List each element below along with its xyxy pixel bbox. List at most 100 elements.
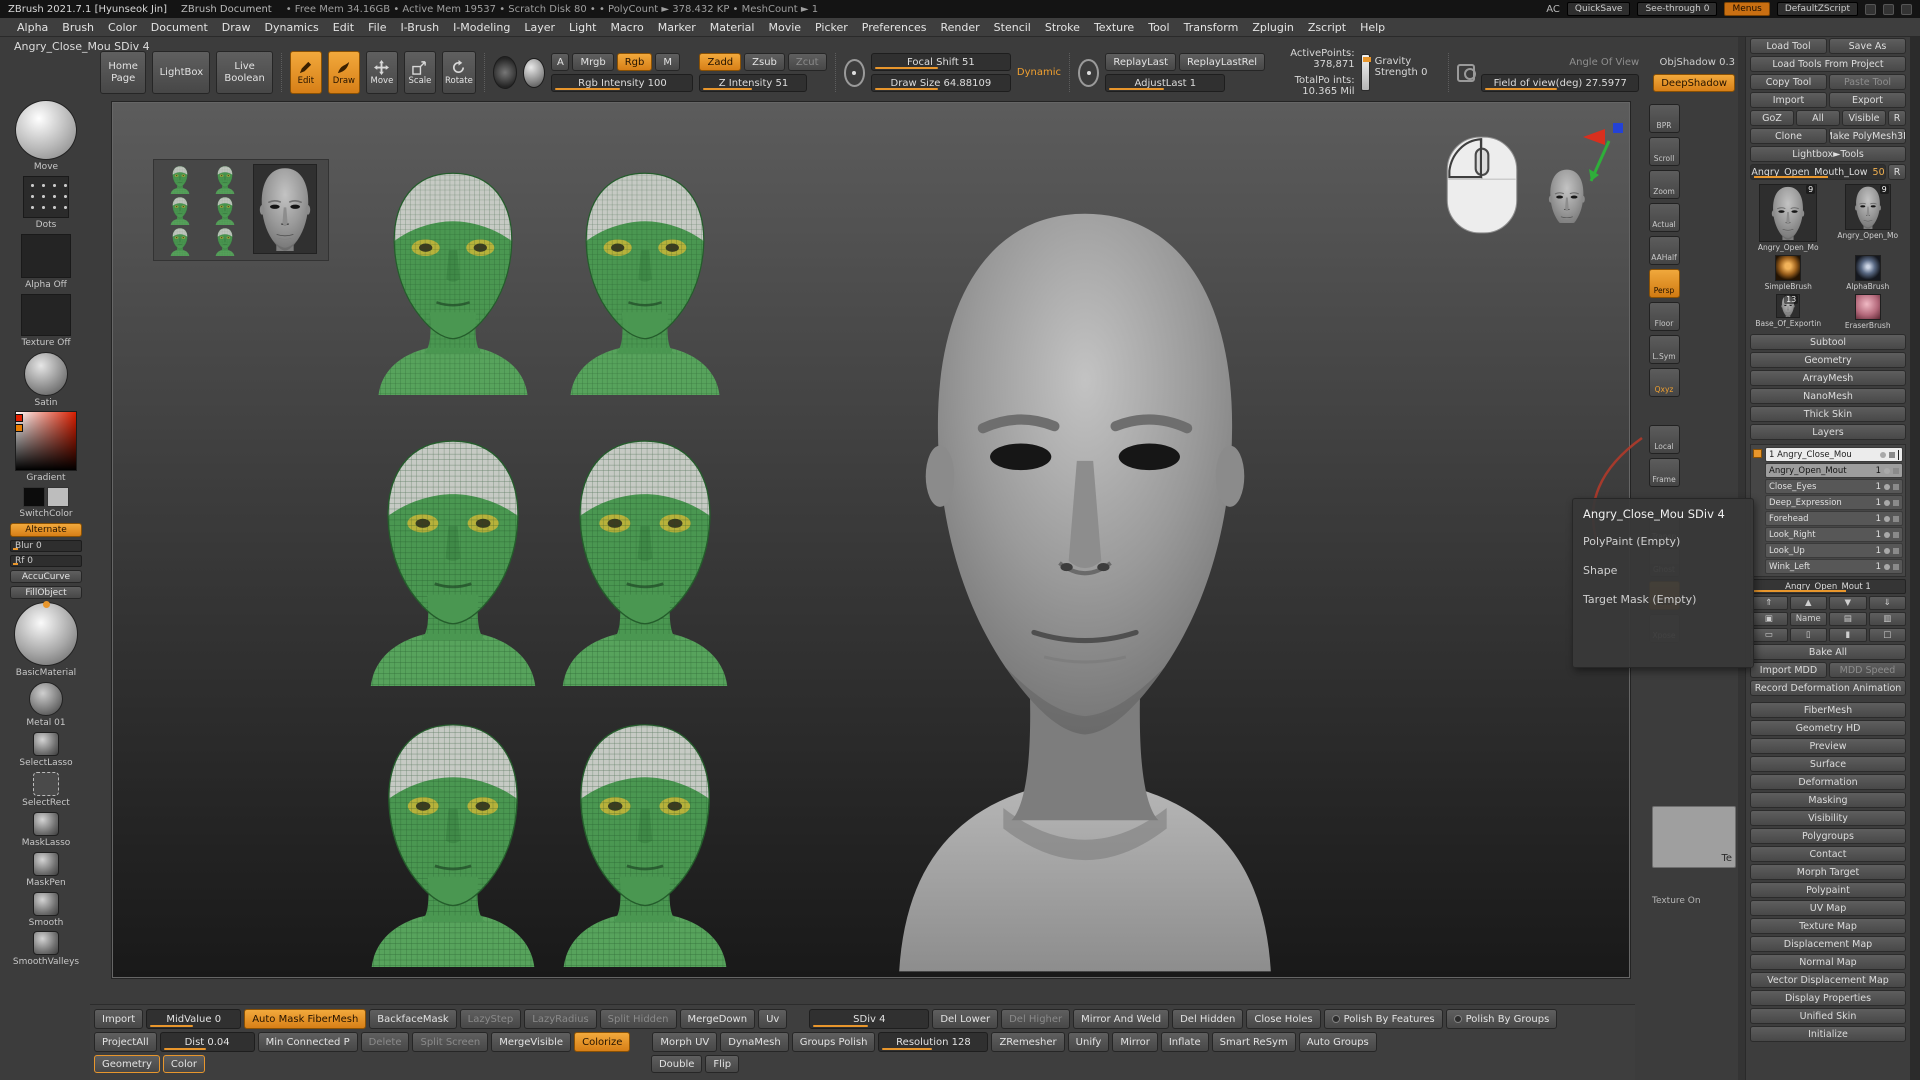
see-through-slider[interactable]: See-through 0	[1637, 2, 1717, 16]
tool-section-button[interactable]: Visibility	[1750, 810, 1906, 826]
zsub-button[interactable]: Zsub	[744, 53, 785, 71]
menu-item[interactable]: Color	[101, 20, 144, 35]
dynamic-mode-label[interactable]: Dynamic	[1017, 67, 1061, 78]
right-shelf-button[interactable]: Actual	[1649, 203, 1680, 232]
right-shelf-button[interactable]: Zoom	[1649, 170, 1680, 199]
layer-eye-icon[interactable]	[1884, 548, 1890, 554]
bake-all-button[interactable]: Bake All	[1750, 644, 1906, 660]
document-canvas[interactable]	[112, 102, 1630, 978]
menu-item[interactable]: Zscript	[1301, 20, 1353, 35]
ui-layout-icon[interactable]	[1865, 4, 1876, 15]
mesh-thumbnail[interactable]: 9	[1845, 184, 1891, 230]
tool-section-button[interactable]: Initialize	[1750, 1026, 1906, 1042]
stroke-type-picker[interactable]	[15, 100, 77, 160]
bottom-shelf-button[interactable]: ProjectAll	[94, 1032, 157, 1052]
tool-section-button[interactable]: Vector Displacement Map	[1750, 972, 1906, 988]
bottom-shelf-button[interactable]: SDiv 4	[809, 1009, 929, 1029]
rgb-button[interactable]: Rgb	[617, 53, 653, 71]
lightbox-tools-button[interactable]: Lightbox►Tools	[1750, 146, 1906, 162]
bottom-shelf-button[interactable]: Uv	[758, 1009, 787, 1029]
bottom-shelf-button[interactable]: Split Screen	[412, 1032, 488, 1052]
base-mesh-thumbnail[interactable]: 13	[1776, 294, 1800, 318]
load-tools-from-project-button[interactable]: Load Tools From Project	[1750, 56, 1906, 72]
home-page-button[interactable]: Home Page	[100, 51, 146, 94]
layer-mode-icon[interactable]	[1893, 532, 1899, 538]
select-lasso-brush[interactable]	[33, 732, 59, 756]
popup-menu-item[interactable]: PolyPaint (Empty)	[1583, 535, 1743, 548]
secondary-color-swatch[interactable]	[15, 424, 23, 432]
smooth-valleys-brush[interactable]	[33, 931, 59, 955]
accucurve-button[interactable]: AccuCurve	[10, 570, 82, 583]
texture-picker[interactable]	[21, 294, 71, 336]
field-of-view-slider[interactable]: Field of view(deg) 27.5977	[1481, 74, 1639, 92]
layer-name-button[interactable]: Name	[1790, 612, 1828, 626]
goz-visible-button[interactable]: Visible	[1842, 110, 1886, 126]
bottom-shelf-button[interactable]: Resolution 128	[878, 1032, 988, 1052]
alternate-button[interactable]: Alternate	[10, 523, 82, 537]
layer-step-up-button[interactable]: ▲	[1790, 596, 1828, 610]
main-color-swatch[interactable]	[23, 487, 45, 507]
layer-row[interactable]: Forehead 1	[1765, 511, 1903, 526]
blur-slider[interactable]: Blur 0	[10, 540, 82, 552]
bottom-shelf-button[interactable]: Del Lower	[932, 1009, 998, 1029]
camera-icon[interactable]	[1457, 64, 1475, 82]
popup-menu-item[interactable]: Target Mask (Empty)	[1583, 593, 1743, 606]
menu-item[interactable]: Brush	[55, 20, 101, 35]
tool-section-button[interactable]: Display Properties	[1750, 990, 1906, 1006]
tool-section-button[interactable]: Deformation	[1750, 774, 1906, 790]
menu-item[interactable]: Stencil	[987, 20, 1038, 35]
layer-row[interactable]: Close_Eyes 1	[1765, 479, 1903, 494]
layer-mode-icon[interactable]	[1893, 516, 1899, 522]
menu-item[interactable]: Stroke	[1038, 20, 1087, 35]
draw-size-slider[interactable]: Draw Size 64.88109	[871, 74, 1011, 92]
menu-item[interactable]: Render	[934, 20, 987, 35]
eraserbrush-thumbnail[interactable]	[1855, 294, 1881, 320]
gravity-direction-slider[interactable]	[1361, 54, 1370, 91]
default-zscript-button[interactable]: DefaultZScript	[1777, 2, 1858, 16]
stroke-replay-icon[interactable]	[1078, 59, 1099, 87]
tool-section-button[interactable]: Surface	[1750, 756, 1906, 772]
bottom-shelf-button[interactable]: Smart ReSym	[1212, 1032, 1296, 1052]
tool-section-button[interactable]: NanoMesh	[1750, 388, 1906, 404]
fillobject-button[interactable]: FillObject	[10, 586, 82, 599]
menus-button[interactable]: Menus	[1724, 2, 1769, 16]
rotate-button[interactable]: Rotate	[442, 51, 476, 94]
tool-section-button[interactable]: Displacement Map	[1750, 936, 1906, 952]
menu-item[interactable]: Tool	[1141, 20, 1176, 35]
layer-row[interactable]: 1 Angry_Close_Mou	[1765, 447, 1903, 462]
layer-mode-icon[interactable]	[1893, 564, 1899, 570]
bottom-shelf-button[interactable]: Del Higher	[1001, 1009, 1070, 1029]
tool-section-button[interactable]: UV Map	[1750, 900, 1906, 916]
right-shelf-button[interactable]: Scroll	[1649, 137, 1680, 166]
lightbox-button[interactable]: LightBox	[152, 51, 210, 94]
layer-eye-icon[interactable]	[1884, 468, 1890, 474]
import-button[interactable]: Import	[1750, 92, 1827, 108]
layer-record-indicator[interactable]	[1753, 449, 1762, 458]
layer-duplicate-button[interactable]: ▤	[1829, 612, 1867, 626]
goz-button[interactable]: GoZ	[1750, 110, 1794, 126]
main-sculpt-head[interactable]	[891, 148, 1279, 978]
layer-split-button[interactable]: ▯	[1790, 628, 1828, 642]
import-mdd-button[interactable]: Import MDD	[1750, 662, 1827, 678]
tool-section-button[interactable]: Layers	[1750, 424, 1906, 440]
rf-slider[interactable]: Rf 0	[10, 555, 82, 567]
layer-mode-icon[interactable]	[1893, 500, 1899, 506]
right-shelf-button[interactable]: Persp	[1649, 269, 1680, 298]
right-shelf-button[interactable]: AAHalf	[1649, 236, 1680, 265]
bottom-shelf-button[interactable]: MergeVisible	[491, 1032, 571, 1052]
tool-section-button[interactable]: Polypaint	[1750, 882, 1906, 898]
layer-eye-icon[interactable]	[1884, 532, 1890, 538]
replay-last-rel-button[interactable]: ReplayLastRel	[1179, 53, 1265, 71]
menu-item[interactable]: I-Brush	[393, 20, 446, 35]
edit-button[interactable]: Edit	[290, 51, 322, 94]
draw-size-icon[interactable]	[844, 59, 865, 87]
mask-pen-brush[interactable]	[33, 852, 59, 876]
focal-shift-slider[interactable]: Focal Shift 51	[871, 53, 1011, 71]
tool-section-button[interactable]: Preview	[1750, 738, 1906, 754]
menu-item[interactable]: I-Modeling	[446, 20, 517, 35]
right-shelf-button[interactable]: Qxyz	[1649, 368, 1680, 397]
help-icon[interactable]	[1901, 4, 1912, 15]
replay-last-button[interactable]: ReplayLast	[1105, 53, 1176, 71]
menu-item[interactable]: File	[361, 20, 393, 35]
menu-item[interactable]: Marker	[651, 20, 703, 35]
